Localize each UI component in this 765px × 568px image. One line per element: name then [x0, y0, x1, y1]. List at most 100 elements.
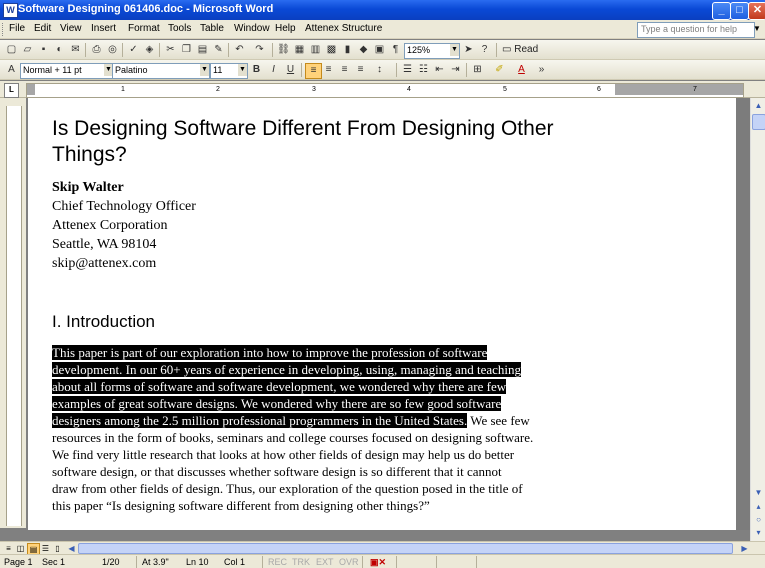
menu-window[interactable]: Window [234, 23, 270, 34]
increase-indent-icon[interactable]: ⇥ [448, 63, 463, 77]
normal-view-icon[interactable]: ≡ [3, 543, 14, 554]
document-map-icon[interactable]: ▣ [372, 43, 387, 57]
spelling-icon[interactable]: ✓ [126, 43, 141, 57]
scroll-right-icon[interactable]: ▶ [739, 543, 750, 554]
style-combo[interactable]: Normal + 11 pt ▼ [20, 63, 114, 79]
ask-dropdown-icon[interactable]: ▼ [752, 22, 762, 36]
font-size-combo[interactable]: 11 ▼ [210, 63, 248, 79]
document-page[interactable]: Is Designing Software Different From Des… [28, 98, 736, 530]
numbering-icon[interactable]: ☰ [400, 63, 415, 77]
insert-excel-icon[interactable]: ▩ [324, 43, 339, 57]
status-bar: Page 1 Sec 1 1/20 At 3.9" Ln 10 Col 1 RE… [0, 554, 765, 568]
outline-view-icon[interactable]: ☰ [40, 543, 51, 554]
permission-icon[interactable]: ◐ [52, 43, 67, 57]
format-painter-icon[interactable]: ✎ [211, 43, 226, 57]
minimize-button[interactable]: _ [712, 2, 731, 20]
justify-icon[interactable]: ≡ [353, 63, 368, 77]
title-bar: W Software Designing 061406.doc - Micros… [0, 0, 765, 20]
vertical-scrollbar[interactable]: ▲ ▼ ▴ ○ ▾ [750, 98, 765, 542]
status-page: Page 1 [4, 557, 33, 567]
borders-icon[interactable]: ⊞ [470, 63, 485, 77]
bullets-icon[interactable]: ☷ [416, 63, 431, 77]
vertical-scroll-thumb[interactable] [752, 114, 765, 130]
menu-file[interactable]: File [9, 23, 25, 34]
status-trk[interactable]: TRK [292, 557, 310, 567]
ruler-number: 2 [216, 86, 220, 93]
status-rec[interactable]: REC [268, 557, 287, 567]
spelling-status-icon[interactable]: ▣✕ [370, 557, 386, 568]
tab-selector-icon[interactable]: L [4, 83, 19, 98]
underline-icon[interactable]: U [283, 63, 298, 77]
next-page-icon[interactable]: ▾ [752, 526, 765, 539]
previous-page-icon[interactable]: ▴ [752, 500, 765, 513]
zoom-dropdown-icon[interactable]: ▼ [450, 44, 459, 56]
ask-question-input[interactable]: Type a question for help [637, 22, 755, 38]
italic-icon[interactable]: I [266, 63, 281, 77]
scroll-left-icon[interactable]: ◀ [66, 543, 77, 554]
drawing-icon[interactable]: ◆ [356, 43, 371, 57]
font-dropdown-icon[interactable]: ▼ [200, 64, 209, 76]
insert-table-icon[interactable]: ▥ [308, 43, 323, 57]
print-icon[interactable]: ⎙ [89, 43, 104, 57]
toolbar-options-icon[interactable]: » [534, 63, 549, 77]
columns-icon[interactable]: ▮ [340, 43, 355, 57]
selected-text: development. In our 60+ years of experie… [52, 362, 522, 377]
menu-attenex-structure[interactable]: Attenex Structure [305, 23, 382, 34]
menu-table[interactable]: Table [200, 23, 224, 34]
tables-borders-icon[interactable]: ▦ [292, 43, 307, 57]
paste-icon[interactable]: ▤ [195, 43, 210, 57]
copy-icon[interactable]: ❐ [179, 43, 194, 57]
help-icon[interactable]: ? [477, 43, 492, 57]
align-right-icon[interactable]: ≡ [337, 63, 352, 77]
scroll-down-icon[interactable]: ▼ [752, 486, 765, 499]
font-combo[interactable]: Palatino ▼ [112, 63, 210, 79]
decrease-indent-icon[interactable]: ⇤ [432, 63, 447, 77]
section-heading: I. Introduction [52, 312, 156, 331]
styles-formatting-icon[interactable]: A [4, 63, 19, 77]
arrow-icon[interactable]: ➤ [461, 43, 476, 57]
document-title: Is Designing Software Different From Des… [52, 116, 672, 168]
scroll-up-icon[interactable]: ▲ [752, 99, 765, 112]
paragraph-line: about all forms of software and software… [52, 378, 652, 395]
open-folder-icon[interactable]: ▱ [20, 43, 35, 57]
show-hide-icon[interactable]: ¶ [388, 43, 403, 57]
highlight-icon[interactable]: ✐ [492, 63, 507, 77]
style-value: Normal + 11 pt [23, 65, 82, 75]
new-document-icon[interactable]: ▢ [4, 43, 19, 57]
save-icon[interactable]: ▪ [36, 43, 51, 57]
font-size-dropdown-icon[interactable]: ▼ [238, 64, 247, 76]
font-color-icon[interactable]: A [514, 63, 529, 77]
bold-icon[interactable]: B [249, 63, 264, 77]
print-preview-icon[interactable]: ◎ [105, 43, 120, 57]
line-spacing-icon[interactable]: ↕ [372, 63, 387, 77]
research-icon[interactable]: ◈ [142, 43, 157, 57]
cut-icon[interactable]: ✂ [163, 43, 178, 57]
font-value: Palatino [115, 65, 148, 75]
menu-view[interactable]: View [60, 23, 82, 34]
close-button[interactable]: ✕ [748, 2, 765, 20]
reading-layout-icon[interactable]: ▯ [52, 543, 63, 554]
select-browse-object-icon[interactable]: ○ [752, 513, 765, 526]
maximize-button[interactable]: □ [730, 2, 749, 20]
horizontal-scroll-thumb[interactable] [78, 543, 733, 554]
status-ext[interactable]: EXT [316, 557, 334, 567]
align-left-icon[interactable]: ≡ [305, 63, 322, 79]
zoom-combo[interactable]: 125% ▼ [404, 43, 460, 59]
word-app-icon[interactable]: W [3, 3, 18, 18]
status-ovr[interactable]: OVR [339, 557, 359, 567]
menu-format[interactable]: Format [128, 23, 160, 34]
redo-icon[interactable]: ↷ [252, 43, 267, 57]
hyperlink-icon[interactable]: ⛓ [276, 43, 291, 57]
undo-icon[interactable]: ↶ [232, 43, 247, 57]
menu-tools[interactable]: Tools [168, 23, 191, 34]
web-layout-icon[interactable]: ◫ [15, 543, 26, 554]
vertical-ruler-strip[interactable] [6, 106, 22, 526]
menu-help[interactable]: Help [275, 23, 296, 34]
ruler-strip[interactable]: 1 2 3 4 5 6 7 [26, 83, 744, 98]
align-center-icon[interactable]: ≡ [321, 63, 336, 77]
selected-text: This paper is part of our exploration in… [52, 345, 488, 360]
menu-edit[interactable]: Edit [34, 23, 51, 34]
menu-insert[interactable]: Insert [91, 23, 116, 34]
read-button[interactable]: ▭ Read [502, 43, 538, 57]
email-icon[interactable]: ✉ [68, 43, 83, 57]
